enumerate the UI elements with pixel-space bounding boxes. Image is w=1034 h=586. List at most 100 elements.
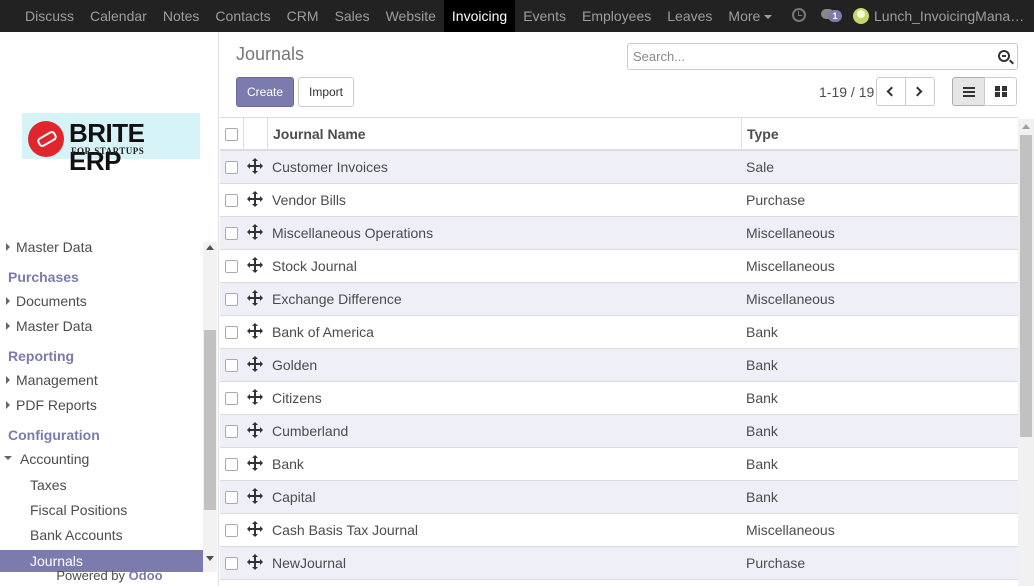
- scrollbar-thumb[interactable]: [1020, 135, 1032, 437]
- scroll-up-icon[interactable]: [1022, 124, 1030, 129]
- top-navbar: Discuss Calendar Notes Contacts CRM Sales Webs…: [0, 0, 1034, 32]
- row-checkbox[interactable]: [225, 458, 238, 471]
- drag-handle-icon[interactable]: [247, 554, 263, 570]
- menu-item-more[interactable]: More: [720, 0, 780, 32]
- journal-type-cell: Bank: [746, 489, 778, 505]
- activity-clock-icon[interactable]: [792, 8, 806, 22]
- company-logo: BRITE ERP FOR STARTUPS: [22, 113, 200, 175]
- search-icon[interactable]: [998, 50, 1010, 62]
- menu-item-sales[interactable]: Sales: [327, 0, 378, 32]
- table-row[interactable]: NewJournal Purchase: [220, 547, 1018, 580]
- drag-handle-icon[interactable]: [247, 521, 263, 537]
- table-row[interactable]: Cash Basis Tax Journal Miscellaneous: [220, 514, 1018, 547]
- scroll-up-icon[interactable]: [206, 245, 214, 250]
- drag-handle-icon[interactable]: [247, 158, 263, 174]
- scroll-down-icon[interactable]: [206, 556, 214, 561]
- menu-item-invoicing[interactable]: Invoicing: [443, 0, 516, 32]
- row-checkbox[interactable]: [225, 326, 238, 339]
- row-checkbox[interactable]: [225, 161, 238, 174]
- journals-table: Journal Name Type Customer Invoices Sale V…: [220, 117, 1018, 580]
- drag-handle-icon[interactable]: [247, 191, 263, 207]
- table-row[interactable]: Vendor Bills Purchase: [220, 184, 1018, 217]
- sidebar-item-documents[interactable]: Documents: [0, 293, 203, 309]
- drag-handle-icon[interactable]: [247, 422, 263, 438]
- table-row[interactable]: Golden Bank: [220, 349, 1018, 382]
- list-view-button[interactable]: [952, 77, 985, 106]
- powered-by-text: Powered by: [56, 568, 126, 583]
- table-row[interactable]: Miscellaneous Operations Miscellaneous: [220, 217, 1018, 250]
- menu-item-notes[interactable]: Notes: [155, 0, 208, 32]
- chat-badge[interactable]: 1: [828, 10, 842, 22]
- drag-handle-icon[interactable]: [247, 257, 263, 273]
- app-menu: Discuss Calendar Notes Contacts CRM Sales Webs…: [17, 0, 780, 32]
- sidebar-item-accounting[interactable]: Accounting: [0, 451, 203, 467]
- table-row[interactable]: Capital Bank: [220, 481, 1018, 514]
- table-row[interactable]: Bank Bank: [220, 448, 1018, 481]
- column-separator: [243, 118, 244, 150]
- menu-item-contacts[interactable]: Contacts: [207, 0, 278, 32]
- row-checkbox[interactable]: [225, 227, 238, 240]
- row-checkbox[interactable]: [225, 293, 238, 306]
- sidebar-scrollbar[interactable]: [203, 242, 217, 572]
- search-box: [627, 43, 1018, 70]
- drag-handle-icon[interactable]: [247, 389, 263, 405]
- sidebar-item-fiscal-positions[interactable]: Fiscal Positions: [30, 502, 127, 518]
- column-header-type[interactable]: Type: [747, 118, 779, 150]
- menu-item-employees[interactable]: Employees: [574, 0, 659, 32]
- table-row[interactable]: Exchange Difference Miscellaneous: [220, 283, 1018, 316]
- row-checkbox[interactable]: [225, 557, 238, 570]
- user-menu[interactable]: Lunch_InvoicingManag...: [874, 0, 1026, 32]
- row-checkbox[interactable]: [225, 491, 238, 504]
- pager-next-button[interactable]: [905, 77, 935, 106]
- row-checkbox[interactable]: [225, 194, 238, 207]
- journal-name-cell: Customer Invoices: [272, 159, 388, 175]
- row-checkbox[interactable]: [225, 524, 238, 537]
- sidebar-item-master-data-top[interactable]: Master Data: [0, 239, 203, 255]
- table-row[interactable]: Customer Invoices Sale: [220, 151, 1018, 184]
- sidebar-section-purchases: Purchases: [8, 269, 79, 285]
- journal-name-cell: Golden: [272, 357, 318, 373]
- drag-handle-icon[interactable]: [247, 290, 263, 306]
- drag-handle-icon[interactable]: [247, 356, 263, 372]
- search-input[interactable]: [628, 44, 988, 69]
- menu-item-crm[interactable]: CRM: [279, 0, 327, 32]
- drag-handle-icon[interactable]: [247, 455, 263, 471]
- sidebar-item-label: PDF Reports: [16, 397, 97, 413]
- scrollbar-thumb[interactable]: [204, 330, 216, 510]
- sidebar-item-bank-accounts[interactable]: Bank Accounts: [30, 527, 123, 543]
- table-row[interactable]: Citizens Bank: [220, 382, 1018, 415]
- table-row[interactable]: Cumberland Bank: [220, 415, 1018, 448]
- menu-item-discuss[interactable]: Discuss: [17, 0, 82, 32]
- kanban-view-button[interactable]: [984, 77, 1017, 106]
- row-checkbox[interactable]: [225, 359, 238, 372]
- pager-value[interactable]: 1-19 / 19: [819, 84, 874, 100]
- table-row[interactable]: Stock Journal Miscellaneous: [220, 250, 1018, 283]
- menu-item-label: Employees: [582, 8, 652, 24]
- drag-handle-icon[interactable]: [247, 323, 263, 339]
- journal-type-cell: Miscellaneous: [746, 225, 835, 241]
- row-checkbox[interactable]: [225, 392, 238, 405]
- row-checkbox[interactable]: [225, 425, 238, 438]
- odoo-link[interactable]: Odoo: [129, 568, 163, 583]
- sidebar-item-taxes[interactable]: Taxes: [30, 477, 67, 493]
- menu-item-label: CRM: [286, 8, 319, 24]
- menu-item-calendar[interactable]: Calendar: [82, 0, 155, 32]
- pager-previous-button[interactable]: [876, 77, 906, 106]
- main-scrollbar[interactable]: [1018, 119, 1034, 586]
- menu-item-website[interactable]: Website: [378, 0, 444, 32]
- menu-item-leaves[interactable]: Leaves: [659, 0, 720, 32]
- import-button[interactable]: Import: [298, 77, 354, 107]
- user-avatar[interactable]: [853, 8, 869, 24]
- journal-type-cell: Bank: [746, 357, 778, 373]
- select-all-checkbox[interactable]: [225, 128, 238, 141]
- drag-handle-icon[interactable]: [247, 224, 263, 240]
- row-checkbox[interactable]: [225, 260, 238, 273]
- column-header-journal-name[interactable]: Journal Name: [273, 118, 366, 150]
- drag-handle-icon[interactable]: [247, 488, 263, 504]
- sidebar-item-master-data[interactable]: Master Data: [0, 318, 203, 334]
- table-row[interactable]: Bank of America Bank: [220, 316, 1018, 349]
- sidebar-item-management[interactable]: Management: [0, 372, 203, 388]
- create-button[interactable]: Create: [236, 77, 294, 107]
- sidebar-item-pdf-reports[interactable]: PDF Reports: [0, 397, 203, 413]
- menu-item-events[interactable]: Events: [515, 0, 574, 32]
